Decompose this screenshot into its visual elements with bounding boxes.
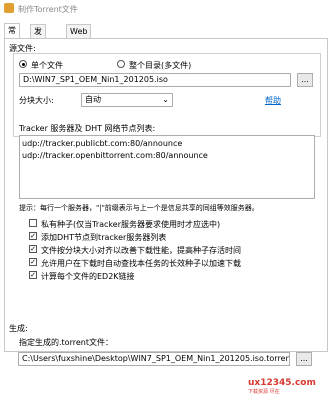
piece-size-select[interactable]: 自动 ⌄ <box>81 93 173 107</box>
single-file-radio[interactable] <box>19 60 27 68</box>
tracker-line: udp://tracker.openbittorrent.com:80/anno… <box>22 151 208 160</box>
tab-general[interactable]: 常规 <box>4 23 20 48</box>
help-link[interactable]: 帮助 <box>265 95 281 106</box>
window-title: 制作Torrent文件 <box>18 5 78 14</box>
option-label: 私有种子(仅当Tracker服务器要求使用时才应选中) <box>41 220 221 229</box>
chevron-down-icon: ⌄ <box>162 95 169 104</box>
tab-publisher[interactable]: 发布者 <box>30 24 46 62</box>
watermark-sub: 下载资源 尽在 <box>248 389 280 395</box>
tracker-line: udp://tracker.publicbt.com:80/announce <box>22 139 183 148</box>
tracker-list-label: Tracker 服务器及 DHT 网络节点列表: <box>19 124 156 133</box>
add-dht-checkbox[interactable]: ✓ <box>29 232 37 240</box>
output-group-label: 生成: <box>9 324 28 333</box>
option-label: 文件按分块大小对齐以改善下载性能，提高种子存活时间 <box>41 246 241 255</box>
option-label: 允许用户在下载时自动查找本任务的长效种子以加速下载 <box>41 259 241 268</box>
piece-size-value: 自动 <box>85 95 101 104</box>
piece-size-label: 分块大小: <box>19 96 54 105</box>
app-icon <box>4 3 14 13</box>
align-pieces-checkbox[interactable]: ✓ <box>29 245 37 253</box>
title-bar: 制作Torrent文件 <box>0 0 336 18</box>
ed2k-links-checkbox[interactable]: ✓ <box>29 271 37 279</box>
source-path-input[interactable]: D:\WIN7_SP1_OEM_Nin1_201205.iso <box>19 73 291 87</box>
tracker-hint: 提示：每行一个服务器，"|"前缀表示与上一个是信息共享的同组等效服务器。 <box>19 204 259 212</box>
output-target-label: 指定生成的.torrent文件： <box>19 338 113 347</box>
find-long-seeds-checkbox[interactable]: ✓ <box>29 258 37 266</box>
whole-dir-radio[interactable] <box>117 60 125 68</box>
tab-web-seeds[interactable]: Web种子 <box>66 24 92 49</box>
general-panel: 源文件: 单个文件 整个目录(多文件) D:\WIN7_SP1_OEM_Nin1… <box>4 38 328 352</box>
single-file-label: 单个文件 <box>31 61 63 70</box>
whole-dir-label: 整个目录(多文件) <box>129 61 192 70</box>
option-label: 计算每个文件的ED2K链接 <box>41 272 135 281</box>
site-watermark: ux12345.com 下载资源 尽在 <box>248 376 330 396</box>
output-browse-button[interactable]: ... <box>296 352 312 366</box>
private-torrent-checkbox[interactable] <box>29 219 37 227</box>
watermark-text: ux12345.com <box>248 378 316 388</box>
source-browse-button[interactable]: ... <box>297 73 313 87</box>
option-label: 添加DHT节点到tracker服务器列表 <box>41 233 167 242</box>
output-path-input[interactable]: C:\Users\fuxshine\Desktop\WIN7_SP1_OEM_N… <box>18 352 290 366</box>
tracker-list-textarea[interactable]: udp://tracker.publicbt.com:80/announce u… <box>19 135 315 199</box>
